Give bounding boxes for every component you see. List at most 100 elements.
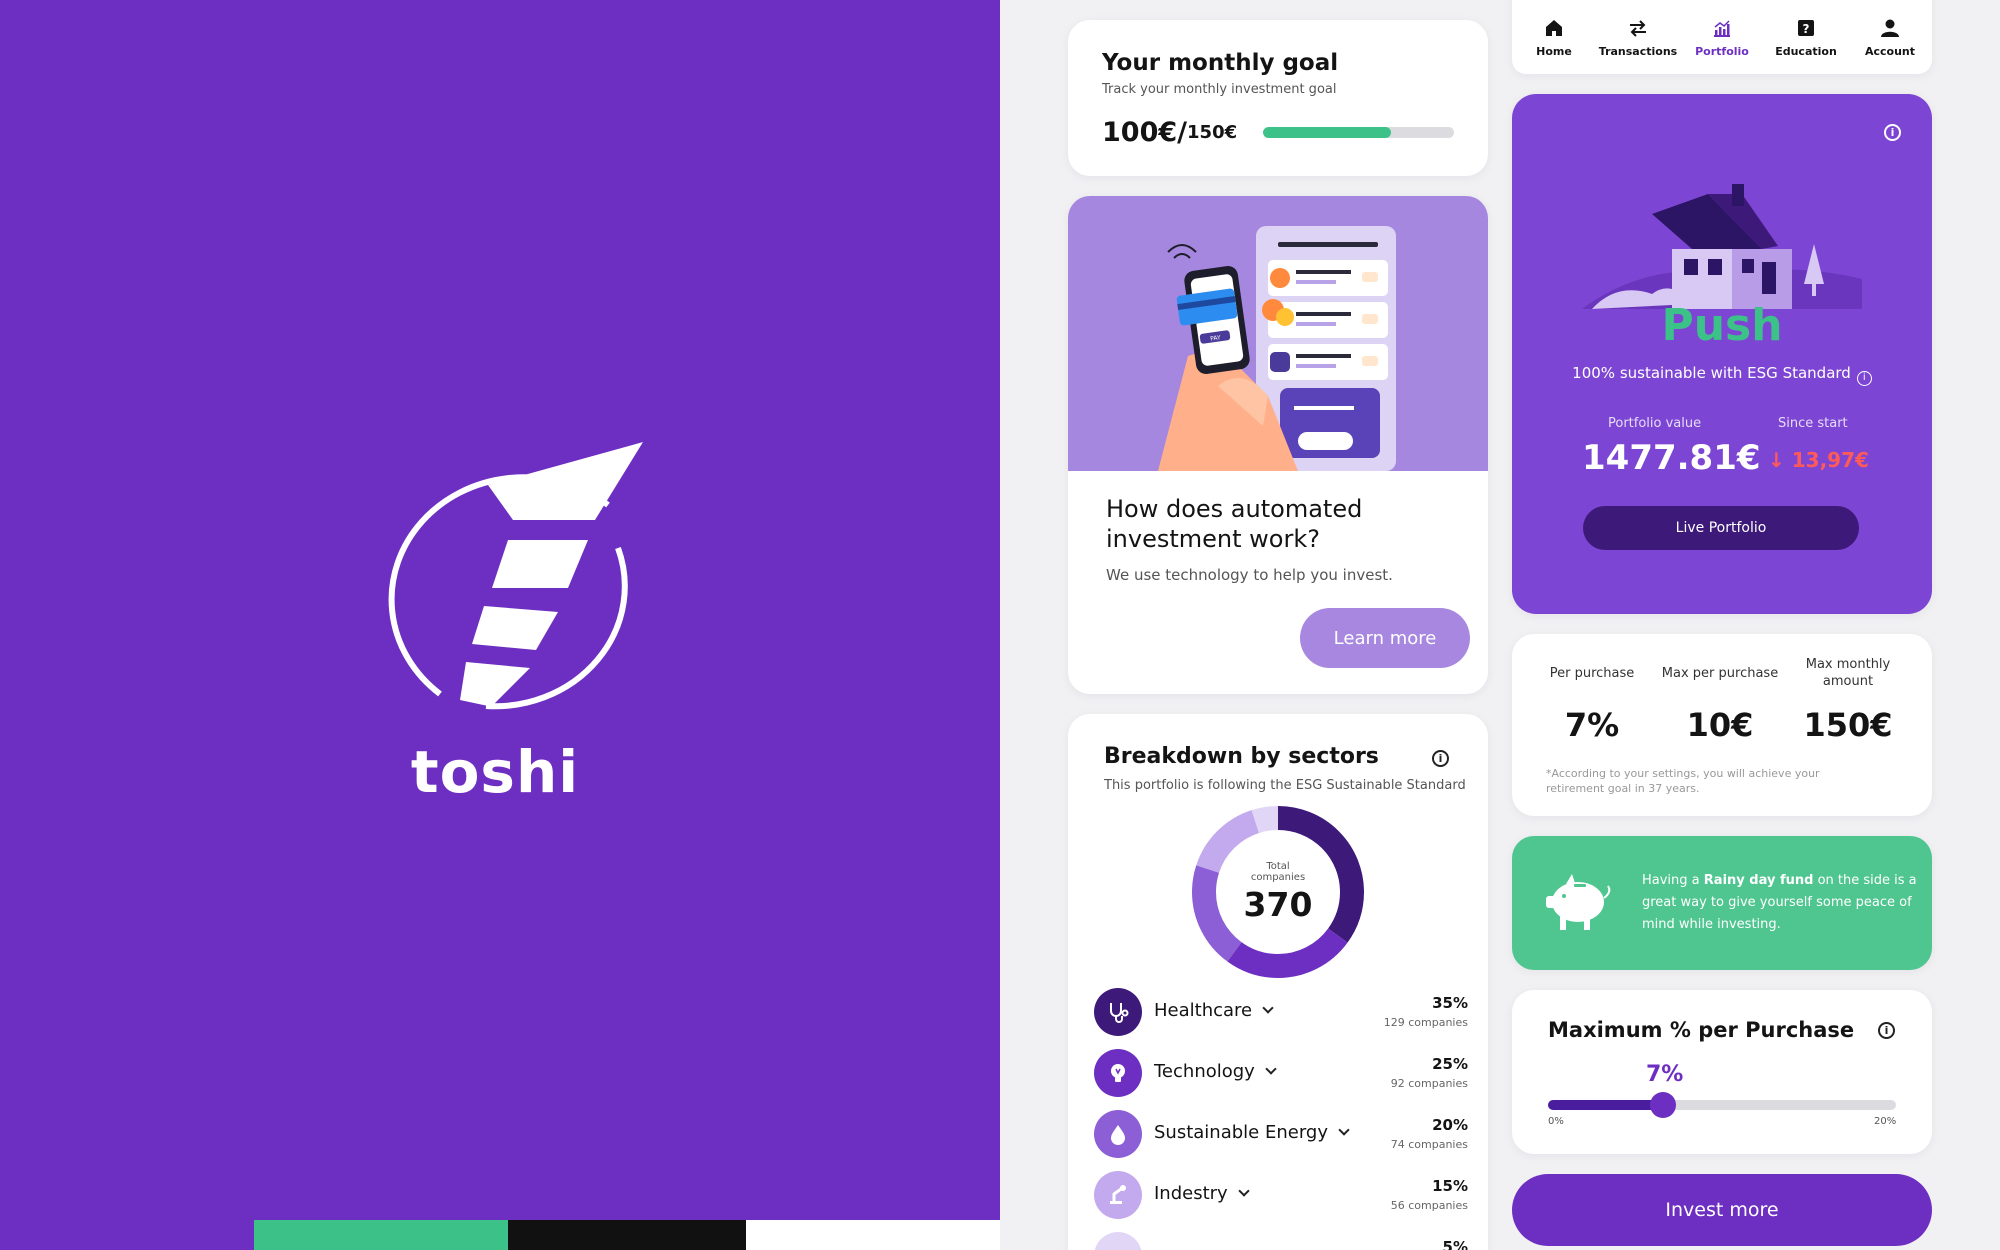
slider-handle[interactable] xyxy=(1649,1092,1676,1118)
portfolio-name: Push xyxy=(1661,300,1783,351)
automated-subtitle: We use technology to help you invest. xyxy=(1106,566,1393,584)
invest-more-button[interactable]: Invest more xyxy=(1512,1174,1932,1246)
nav-label: Home xyxy=(1536,45,1572,58)
esg-info-icon[interactable]: i xyxy=(1856,371,1872,386)
stethoscope-icon xyxy=(1094,988,1142,1036)
chevron-down-icon[interactable] xyxy=(1265,1063,1277,1075)
sector-name: Healthcare xyxy=(1154,1000,1253,1021)
limit-value: 7% xyxy=(1564,706,1620,744)
illustration-pay-label: PAY xyxy=(1210,334,1222,342)
screen: toshi Your monthly goal Track your month… xyxy=(0,0,2000,1250)
purchase-limits-card: Per purchase 7% Max per purchase 10€ Max… xyxy=(1512,634,1932,816)
toshi-logo-icon xyxy=(388,442,643,710)
color-swatch-white xyxy=(746,1220,1000,1250)
chart-icon xyxy=(1714,20,1730,37)
portfolio-info-icon[interactable]: i xyxy=(1884,124,1901,141)
home-icon xyxy=(1546,20,1562,36)
portfolio-card: i Push 100% sustainable with ESG Standar… xyxy=(1512,94,1932,614)
sector-count: 74 companies xyxy=(1390,1138,1468,1151)
goal-total: 150€ xyxy=(1187,122,1238,143)
sector-percent: 15% xyxy=(1432,1177,1468,1195)
sector-percent: 25% xyxy=(1432,1055,1468,1073)
percent-slider[interactable] xyxy=(1548,1092,1896,1118)
sector-row-partial[interactable]: 5% xyxy=(1094,1232,1468,1250)
sector-row-technology[interactable]: Technology 25% 92 companies xyxy=(1094,1049,1468,1099)
sector-count: 56 companies xyxy=(1390,1199,1468,1212)
question-icon: ? xyxy=(1798,20,1814,36)
limit-value: 10€ xyxy=(1686,706,1754,744)
slider-min-label: 0% xyxy=(1548,1116,1564,1127)
limit-value: 150€ xyxy=(1803,706,1893,744)
sector-row-indestry[interactable]: Indestry 15% 56 companies xyxy=(1094,1171,1468,1221)
svg-text:?: ? xyxy=(1803,22,1810,36)
brand-name: toshi xyxy=(410,738,580,806)
arrows-icon xyxy=(1630,20,1646,37)
sector-icon xyxy=(1094,1232,1142,1250)
sector-row-sustainable-energy[interactable]: Sustainable Energy 20% 74 companies xyxy=(1094,1110,1468,1160)
sector-name: Indestry xyxy=(1154,1183,1228,1204)
nav-transactions[interactable]: Transactions xyxy=(1598,17,1678,58)
breakdown-info-icon[interactable]: i xyxy=(1432,750,1449,767)
limit-label: Max monthly amount xyxy=(1805,657,1891,689)
ui-showcase: Your monthly goal Track your monthly inv… xyxy=(1000,0,2000,1250)
chevron-down-icon[interactable] xyxy=(1262,1002,1274,1014)
color-swatch-black xyxy=(508,1220,746,1250)
sector-count: 92 companies xyxy=(1390,1077,1468,1090)
sector-percent: 5% xyxy=(1442,1238,1468,1250)
goal-current: 100€/ xyxy=(1102,117,1188,148)
goal-progress-fill xyxy=(1263,127,1391,138)
rainy-day-text: Having a Rainy day fund on the side is a… xyxy=(1642,873,1917,932)
max-percent-card: Maximum % per Purchase i 7% 0% 20% xyxy=(1512,990,1932,1154)
lightbulb-icon xyxy=(1094,1049,1142,1097)
sector-percent: 20% xyxy=(1432,1116,1468,1134)
chevron-down-icon[interactable] xyxy=(1338,1124,1350,1136)
automated-investment-card[interactable]: PAY How does automated investment work? … xyxy=(1068,196,1488,694)
breakdown-subtitle: This portfolio is following the ESG Sust… xyxy=(1104,778,1466,793)
brand-panel: toshi xyxy=(0,0,1000,1250)
slider-value: 7% xyxy=(1646,1062,1684,1087)
sector-name: Sustainable Energy xyxy=(1154,1122,1328,1143)
nav-home[interactable]: Home xyxy=(1514,17,1594,58)
phone-payment-illustration: PAY xyxy=(1158,226,1396,471)
goal-title: Your monthly goal xyxy=(1102,50,1339,76)
max-percent-info-icon[interactable]: i xyxy=(1878,1022,1895,1039)
payment-illustration: PAY xyxy=(1068,196,1488,471)
robot-arm-icon xyxy=(1094,1171,1142,1219)
goal-subtitle: Track your monthly investment goal xyxy=(1102,82,1337,97)
piggy-bank-icon xyxy=(1546,874,1611,930)
bottom-nav: Home Transactions Portfolio ? Education … xyxy=(1512,0,1932,74)
live-portfolio-button[interactable]: Live Portfolio xyxy=(1583,506,1859,550)
chevron-down-icon[interactable] xyxy=(1238,1185,1250,1197)
limit-max-monthly: Max monthly amount 150€ xyxy=(1788,656,1908,744)
nav-account[interactable]: Account xyxy=(1850,17,1930,58)
house-illustration xyxy=(1582,184,1862,309)
max-percent-title: Maximum % per Purchase xyxy=(1548,1018,1855,1042)
donut-total-value: 370 xyxy=(1243,884,1313,924)
limit-label: Per purchase xyxy=(1549,665,1635,681)
arrow-down-icon: ↓ xyxy=(1768,448,1792,472)
sector-count: 129 companies xyxy=(1383,1016,1468,1029)
sector-percent: 35% xyxy=(1432,994,1468,1012)
portfolio-value: 1477.81€ xyxy=(1582,438,1761,478)
since-start-value: ↓ 13,97€ xyxy=(1768,448,1869,472)
goal-progress-bar xyxy=(1263,127,1454,138)
nav-education[interactable]: ? Education xyxy=(1766,17,1846,58)
learn-more-button[interactable]: Learn more xyxy=(1300,608,1470,668)
nav-portfolio[interactable]: Portfolio xyxy=(1682,17,1762,58)
rainy-day-card[interactable]: Having a Rainy day fund on the side is a… xyxy=(1512,836,1932,970)
limit-label: Max per purchase xyxy=(1661,665,1779,681)
breakdown-title: Breakdown by sectors xyxy=(1104,744,1379,769)
portfolio-value-label: Portfolio value xyxy=(1608,416,1702,431)
monthly-goal-card: Your monthly goal Track your monthly inv… xyxy=(1068,20,1488,176)
slider-fill xyxy=(1548,1100,1663,1110)
limit-max-per-purchase: Max per purchase 10€ xyxy=(1660,656,1780,745)
retirement-note: *According to your settings, you will ac… xyxy=(1546,767,1820,795)
portfolio-subtitle: 100% sustainable with ESG Standard xyxy=(1572,364,1851,382)
since-start-label: Since start xyxy=(1778,416,1848,431)
sector-row-healthcare[interactable]: Healthcare 35% 129 companies xyxy=(1094,988,1468,1038)
slider-max-label: 20% xyxy=(1874,1116,1897,1127)
limit-per-purchase: Per purchase 7% xyxy=(1532,656,1652,745)
drop-icon xyxy=(1094,1110,1142,1158)
nav-label: Account xyxy=(1864,45,1916,58)
automated-title: How does automated investment work? xyxy=(1106,495,1363,553)
